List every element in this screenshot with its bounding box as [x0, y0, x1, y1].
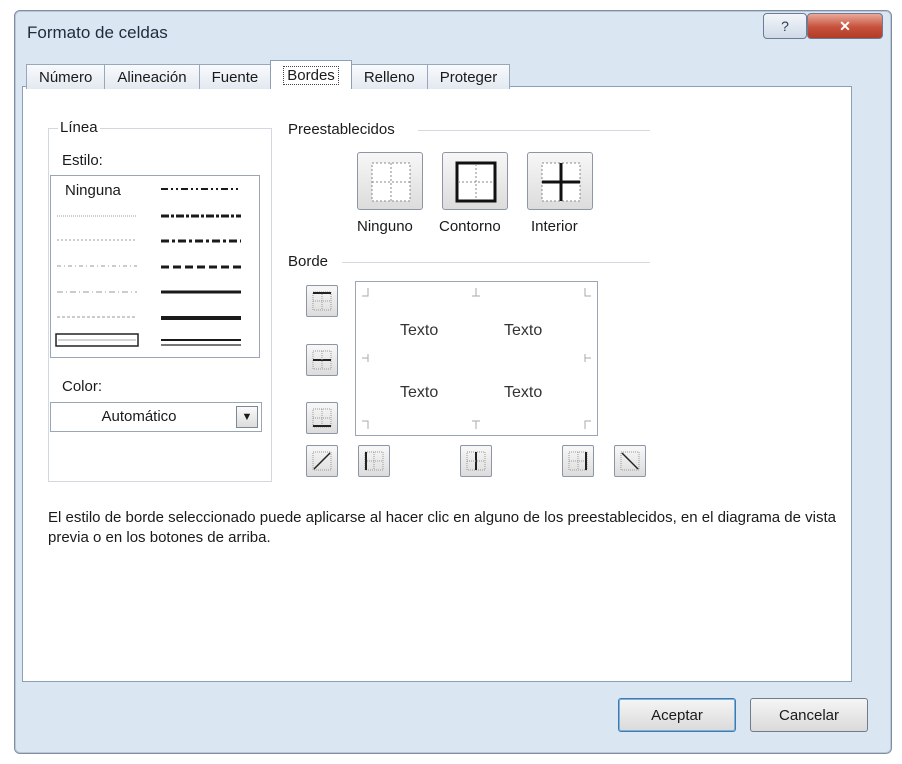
preset-inside-icon	[541, 162, 581, 202]
preset-outline-icon	[455, 161, 497, 203]
tab-relleno[interactable]: Relleno	[350, 64, 428, 89]
tab-alineacion[interactable]: Alineación	[104, 64, 200, 89]
preview-text-bottom-right: Texto	[504, 384, 543, 401]
cancel-button[interactable]: Cancelar	[750, 698, 868, 732]
tab-label: Alineación	[117, 68, 187, 86]
line-style-samples[interactable]	[51, 176, 259, 357]
border-diagonal-up-button[interactable]	[306, 445, 338, 477]
close-button[interactable]: ✕	[807, 13, 883, 39]
color-label: Color:	[60, 378, 105, 395]
border-center-button[interactable]	[460, 445, 492, 477]
border-right-button[interactable]	[562, 445, 594, 477]
tab-label: Relleno	[363, 68, 415, 86]
dialog-title: Formato de celdas	[27, 23, 168, 42]
border-middle-button[interactable]	[306, 344, 338, 376]
preview-text-top-left: Texto	[400, 322, 439, 339]
border-divider	[342, 262, 650, 263]
line-group-title: Línea	[58, 119, 100, 136]
preview-corner-marks	[362, 288, 591, 429]
preset-outline-label: Contorno	[439, 218, 501, 235]
description-text: El estilo de borde seleccionado puede ap…	[48, 509, 836, 546]
preset-none-label: Ninguno	[357, 218, 413, 235]
color-value: Automático	[101, 408, 177, 425]
tab-bordes[interactable]: Bordes	[270, 60, 352, 89]
presets-title: Preestablecidos	[286, 121, 397, 138]
border-preview[interactable]: Texto Texto Texto Texto	[355, 281, 598, 436]
preset-outline-button[interactable]	[442, 152, 508, 210]
border-inside-vertical-icon	[466, 451, 486, 471]
tab-numero[interactable]: Número	[26, 64, 106, 89]
style-label: Estilo:	[60, 152, 105, 169]
tab-label: Proteger	[439, 68, 498, 86]
preset-none-button[interactable]	[357, 152, 423, 210]
ok-button[interactable]: Aceptar	[618, 698, 736, 732]
preview-text-top-right: Texto	[504, 322, 543, 339]
tab-strip: Número Alineación Fuente Bordes Relleno …	[26, 60, 511, 89]
preview-text-bottom-left: Texto	[400, 384, 439, 401]
line-style-none[interactable]: Ninguna	[65, 182, 121, 199]
preset-inside-label: Interior	[531, 218, 578, 235]
tab-label: Bordes	[283, 65, 339, 85]
border-bottom-icon	[312, 408, 332, 428]
border-left-icon	[364, 451, 384, 471]
line-style-list[interactable]: Ninguna	[50, 175, 260, 358]
border-right-icon	[568, 451, 588, 471]
chevron-down-icon[interactable]: ▼	[236, 406, 258, 428]
border-diagonal-down-button[interactable]	[614, 445, 646, 477]
preset-none-icon	[371, 162, 411, 202]
border-top-icon	[312, 291, 332, 311]
diagonal-up-icon	[312, 451, 332, 471]
tab-label: Fuente	[211, 68, 259, 86]
border-title: Borde	[286, 253, 331, 270]
tab-fuente[interactable]: Fuente	[198, 64, 272, 89]
color-dropdown[interactable]: Automático ▼	[50, 402, 262, 432]
help-button[interactable]: ?	[763, 13, 807, 39]
preset-inside-button[interactable]	[527, 152, 593, 210]
tab-proteger[interactable]: Proteger	[426, 64, 511, 89]
presets-divider	[418, 130, 650, 131]
border-left-button[interactable]	[358, 445, 390, 477]
border-top-button[interactable]	[306, 285, 338, 317]
border-inside-horizontal-icon	[312, 350, 332, 370]
diagonal-down-icon	[620, 451, 640, 471]
tab-label: Número	[39, 68, 93, 86]
border-bottom-button[interactable]	[306, 402, 338, 434]
